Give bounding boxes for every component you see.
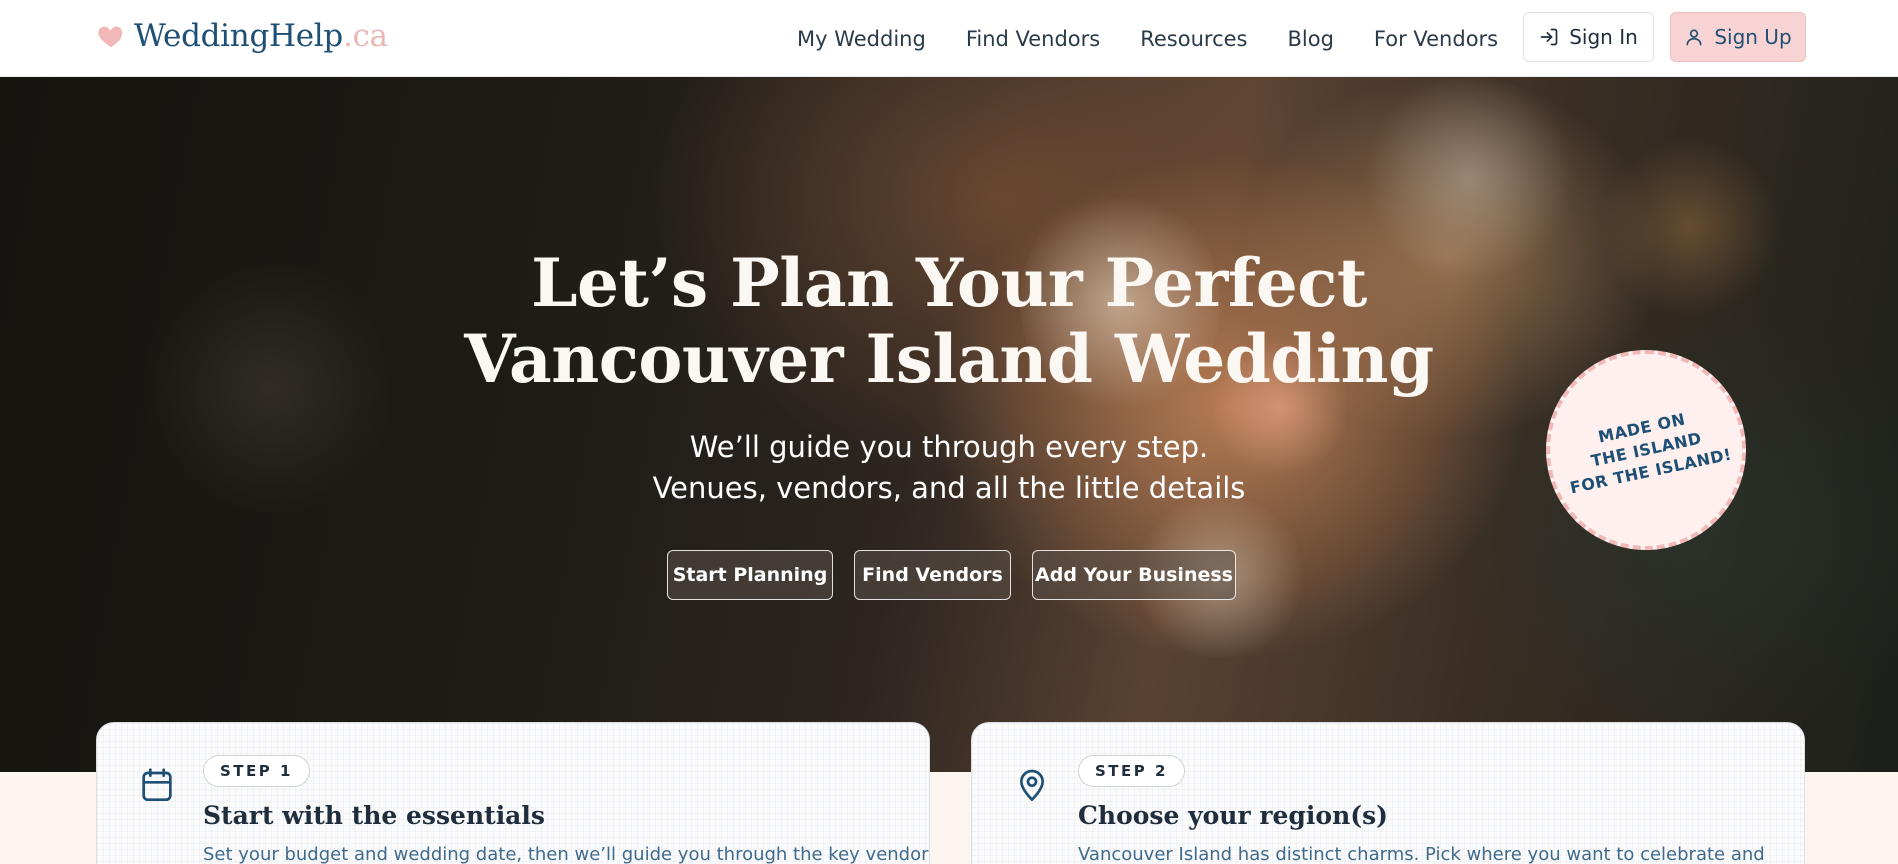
made-on-island-badge: MADE ON THE ISLAND FOR THE ISLAND! — [1546, 350, 1746, 550]
step-number-badge: STEP 2 — [1078, 755, 1185, 787]
step-title: Choose your region(s) — [1078, 801, 1388, 830]
step-title: Start with the essentials — [203, 801, 545, 830]
nav-link-for-vendors[interactable]: For Vendors — [1374, 27, 1498, 51]
nav-link-find-vendors[interactable]: Find Vendors — [966, 27, 1100, 51]
hero-cta-group: Start Planning Find Vendors Add Your Bus… — [667, 550, 1236, 600]
user-icon — [1686, 29, 1702, 46]
hero-title-line-2: Vancouver Island Wedding — [464, 320, 1434, 398]
nav-link-my-wedding[interactable]: My Wedding — [797, 27, 926, 51]
step-description: Vancouver Island has distinct charms. Pi… — [1078, 844, 1765, 864]
add-your-business-button[interactable]: Add Your Business — [1032, 550, 1236, 600]
find-vendors-button[interactable]: Find Vendors — [854, 550, 1011, 600]
logo-wordmark: WeddingHelp — [134, 18, 343, 54]
site-logo[interactable]: WeddingHelp .ca — [96, 18, 388, 54]
hero-title-line-1: Let’s Plan Your Perfect — [531, 244, 1367, 322]
nav-link-blog[interactable]: Blog — [1287, 27, 1333, 51]
step-card-region[interactable]: STEP 2 Choose your region(s) Vancouver I… — [971, 722, 1805, 864]
step-number-badge: STEP 1 — [203, 755, 310, 787]
sign-in-label: Sign In — [1569, 25, 1638, 49]
sign-in-icon — [1540, 28, 1558, 46]
calendar-icon — [142, 768, 172, 801]
logo-domain: .ca — [342, 18, 388, 54]
sign-up-button[interactable]: Sign Up — [1670, 12, 1806, 62]
primary-nav: My Wedding Find Vendors Resources Blog F… — [775, 0, 1518, 77]
map-pin-icon — [1020, 769, 1044, 801]
step-description: Set your budget and wedding date, then w… — [203, 844, 929, 864]
top-navigation: WeddingHelp .ca My Wedding Find Vendors R… — [0, 0, 1898, 77]
sign-up-label: Sign Up — [1714, 25, 1792, 49]
nav-link-resources[interactable]: Resources — [1140, 27, 1247, 51]
hero-subtitle-line-1: We’ll guide you through every step. — [689, 430, 1209, 464]
step-card-essentials[interactable]: STEP 1 Start with the essentials Set you… — [96, 722, 930, 864]
sign-in-button[interactable]: Sign In — [1523, 12, 1654, 62]
badge-text: MADE ON THE ISLAND FOR THE ISLAND! — [1559, 401, 1734, 500]
heart-icon — [98, 26, 123, 48]
hero-section: Let’s Plan Your Perfect Vancouver Island… — [0, 77, 1898, 772]
hero-subtitle-line-2: Venues, vendors, and all the little deta… — [652, 471, 1246, 505]
start-planning-button[interactable]: Start Planning — [667, 550, 833, 600]
